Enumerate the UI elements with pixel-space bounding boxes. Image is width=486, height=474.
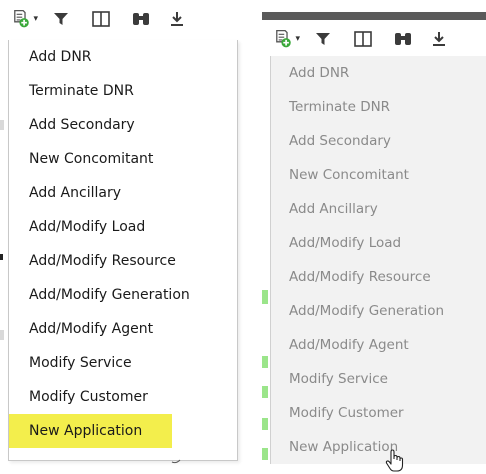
menu-item-new-application[interactable]: New Application	[271, 430, 486, 464]
dropdown-menu-left: Add DNR Terminate DNR Add Secondary New …	[8, 40, 238, 461]
filter-icon[interactable]	[48, 7, 74, 31]
menu-item-terminate-dnr[interactable]: Terminate DNR	[271, 90, 486, 124]
hand-cursor-icon	[385, 449, 404, 472]
download-icon[interactable]	[164, 7, 190, 31]
menu-item-new-concomitant[interactable]: New Concomitant	[271, 158, 486, 192]
menu-item-add-ancillary[interactable]: Add Ancillary	[271, 192, 486, 226]
menu-item-terminate-dnr[interactable]: Terminate DNR	[9, 74, 237, 108]
menu-item-modify-service[interactable]: Modify Service	[9, 346, 237, 380]
cursor-icon	[171, 459, 181, 464]
binoculars-icon[interactable]	[128, 7, 154, 31]
background-edge	[0, 40, 8, 464]
right-panel: ▾ Add DNR Terminate DNR Add Secondary Ne…	[262, 0, 486, 472]
menu-item-add-modify-resource[interactable]: Add/Modify Resource	[271, 260, 486, 294]
chevron-down-icon[interactable]: ▾	[295, 34, 300, 44]
menu-item-add-ancillary[interactable]: Add Ancillary	[9, 176, 237, 210]
download-icon[interactable]	[426, 27, 452, 51]
menu-item-modify-customer[interactable]: Modify Customer	[9, 380, 237, 414]
left-panel: ▾ Add DNR Terminate DNR Add Secondary Ne…	[0, 0, 240, 464]
chevron-down-icon[interactable]: ▾	[33, 14, 38, 24]
toolbar: ▾	[12, 4, 190, 34]
menu-item-add-secondary[interactable]: Add Secondary	[271, 124, 486, 158]
add-document-icon[interactable]: ▾	[12, 7, 38, 31]
menu-item-add-modify-load[interactable]: Add/Modify Load	[271, 226, 486, 260]
menu-item-add-modify-resource[interactable]: Add/Modify Resource	[9, 244, 237, 278]
menu-item-modify-service[interactable]: Modify Service	[271, 362, 486, 396]
menu-item-new-application[interactable]: New Application	[9, 414, 172, 448]
menu-item-add-modify-generation[interactable]: Add/Modify Generation	[9, 278, 237, 312]
menu-item-add-dnr[interactable]: Add DNR	[271, 56, 486, 90]
menu-item-add-dnr[interactable]: Add DNR	[9, 40, 237, 74]
binoculars-icon[interactable]	[390, 27, 416, 51]
menu-item-add-modify-agent[interactable]: Add/Modify Agent	[9, 312, 237, 346]
background-edge	[262, 56, 270, 464]
menu-item-add-modify-load[interactable]: Add/Modify Load	[9, 210, 237, 244]
filter-icon[interactable]	[310, 27, 336, 51]
menu-item-modify-customer[interactable]: Modify Customer	[271, 396, 486, 430]
menu-item-add-secondary[interactable]: Add Secondary	[9, 108, 237, 142]
dropdown-menu-right: Add DNR Terminate DNR Add Secondary New …	[270, 56, 486, 464]
columns-icon[interactable]	[350, 27, 376, 51]
columns-icon[interactable]	[88, 7, 114, 31]
header-bar	[262, 12, 486, 20]
menu-item-new-concomitant[interactable]: New Concomitant	[9, 142, 237, 176]
menu-item-add-modify-agent[interactable]: Add/Modify Agent	[271, 328, 486, 362]
menu-item-add-modify-generation[interactable]: Add/Modify Generation	[271, 294, 486, 328]
toolbar: ▾	[274, 24, 452, 54]
add-document-icon[interactable]: ▾	[274, 27, 300, 51]
